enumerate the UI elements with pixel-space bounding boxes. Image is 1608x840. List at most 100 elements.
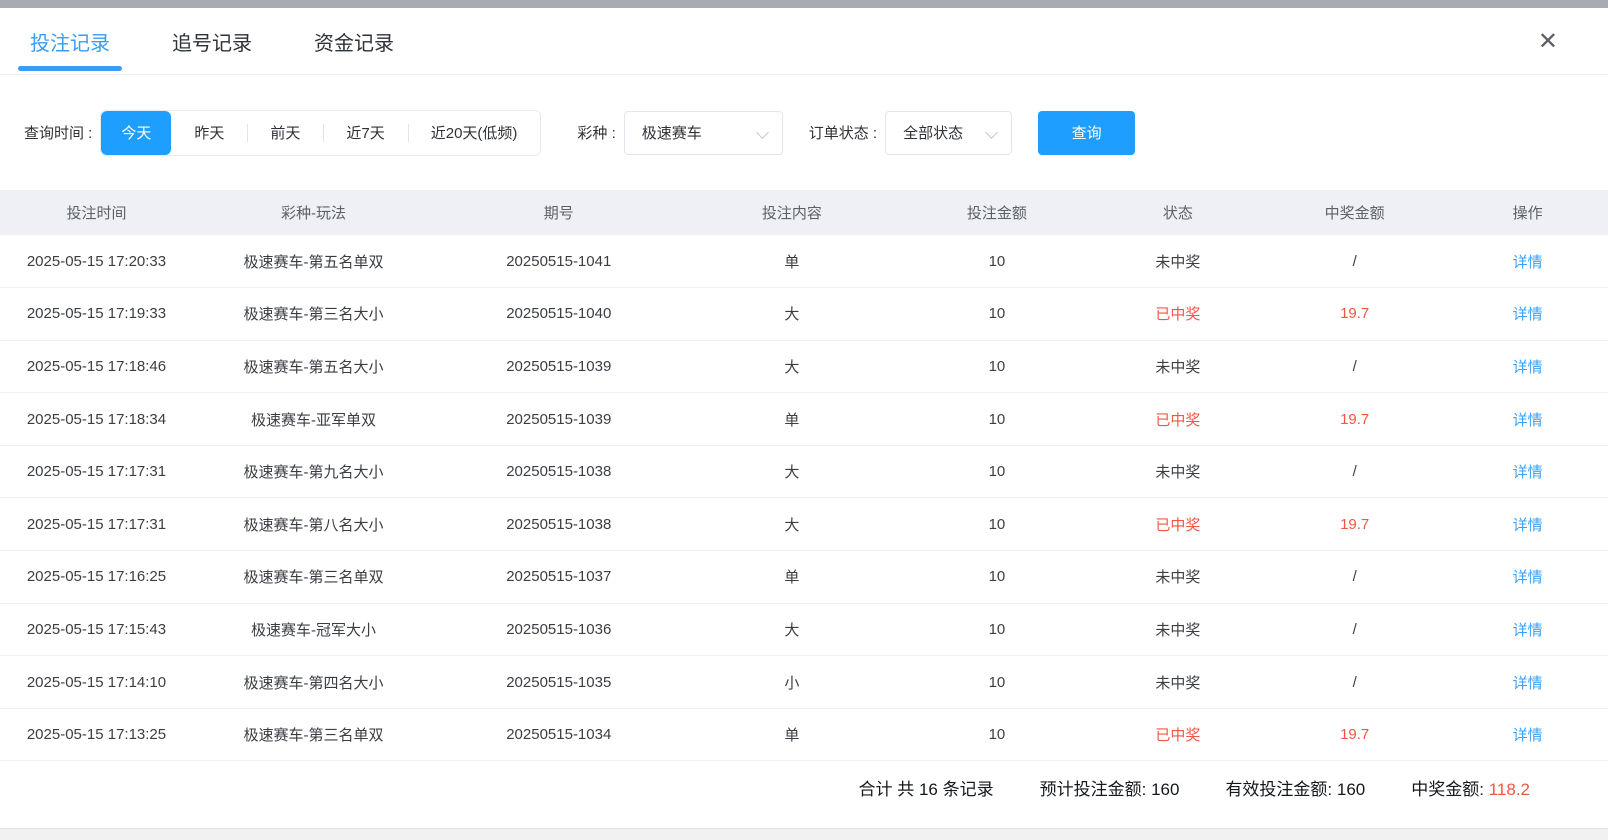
valid-bet-amount: 有效投注金额: 160 bbox=[1225, 775, 1365, 800]
expected-bet-amount-label: 预计投注金额: bbox=[1040, 780, 1151, 799]
cell-action: 详情 bbox=[1447, 498, 1608, 551]
cell-status: 已中奖 bbox=[1093, 393, 1262, 446]
time-option-today[interactable]: 今天 bbox=[101, 111, 171, 155]
cell-prize-amount: 19.7 bbox=[1262, 498, 1447, 551]
cell-bet-time: 2025-05-15 17:18:46 bbox=[0, 340, 193, 393]
table-row: 2025-05-15 17:17:31 极速赛车-第八名大小 20250515-… bbox=[0, 498, 1608, 551]
cell-issue: 20250515-1035 bbox=[434, 656, 683, 709]
lottery-type-select[interactable]: 极速赛车 bbox=[624, 111, 783, 155]
time-range-group: 今天 昨天 前天 近7天 近20天(低频) bbox=[100, 110, 541, 156]
cell-lottery-play: 极速赛车-第三名单双 bbox=[193, 551, 434, 604]
time-option-day-before[interactable]: 前天 bbox=[247, 111, 323, 155]
detail-link[interactable]: 详情 bbox=[1513, 464, 1543, 481]
detail-link[interactable]: 详情 bbox=[1513, 306, 1543, 323]
cell-bet-amount: 10 bbox=[900, 656, 1093, 709]
order-status-select[interactable]: 全部状态 bbox=[885, 111, 1012, 155]
cell-lottery-play: 极速赛车-第三名单双 bbox=[193, 708, 434, 761]
bottom-scrollbar-track bbox=[0, 828, 1608, 840]
detail-link[interactable]: 详情 bbox=[1513, 569, 1543, 586]
cell-lottery-play: 极速赛车-第八名大小 bbox=[193, 498, 434, 551]
cell-lottery-play: 极速赛车-第三名大小 bbox=[193, 288, 434, 341]
col-prize-amount: 中奖金额 bbox=[1262, 190, 1447, 235]
cell-action: 详情 bbox=[1447, 656, 1608, 709]
search-button[interactable]: 查询 bbox=[1038, 111, 1135, 155]
cell-bet-amount: 10 bbox=[900, 235, 1093, 288]
cell-prize-amount: / bbox=[1262, 603, 1447, 656]
cell-action: 详情 bbox=[1447, 708, 1608, 761]
cell-prize-amount: / bbox=[1262, 445, 1447, 498]
tab-label: 投注记录 bbox=[30, 27, 110, 56]
time-option-yesterday[interactable]: 昨天 bbox=[171, 111, 247, 155]
cell-bet-content: 大 bbox=[683, 340, 900, 393]
cell-prize-amount: / bbox=[1262, 656, 1447, 709]
filter-bar: 查询时间 : 今天 昨天 前天 近7天 近20天(低频) 彩种 : 极速赛车 订… bbox=[0, 75, 1608, 190]
detail-link[interactable]: 详情 bbox=[1513, 254, 1543, 271]
cell-lottery-play: 极速赛车-第五名单双 bbox=[193, 235, 434, 288]
cell-bet-amount: 10 bbox=[900, 603, 1093, 656]
valid-bet-amount-value: 160 bbox=[1337, 780, 1365, 799]
tab-chase-records[interactable]: 追号记录 bbox=[172, 8, 252, 74]
chevron-down-icon bbox=[985, 126, 998, 139]
cell-action: 详情 bbox=[1447, 288, 1608, 341]
cell-bet-content: 单 bbox=[683, 393, 900, 446]
detail-link[interactable]: 详情 bbox=[1513, 675, 1543, 692]
close-icon[interactable]: ✕ bbox=[1538, 30, 1558, 54]
tab-bet-records[interactable]: 投注记录 bbox=[30, 8, 110, 74]
cell-issue: 20250515-1038 bbox=[434, 498, 683, 551]
col-bet-time: 投注时间 bbox=[0, 190, 193, 235]
tab-label: 资金记录 bbox=[314, 27, 394, 56]
total-records-text: 合计 共 16 条记录 bbox=[859, 775, 994, 800]
table-body: 2025-05-15 17:20:33 极速赛车-第五名单双 20250515-… bbox=[0, 235, 1608, 761]
cell-bet-content: 大 bbox=[683, 445, 900, 498]
detail-link[interactable]: 详情 bbox=[1513, 622, 1543, 639]
cell-bet-amount: 10 bbox=[900, 288, 1093, 341]
detail-link[interactable]: 详情 bbox=[1513, 727, 1543, 744]
cell-status: 未中奖 bbox=[1093, 656, 1262, 709]
detail-link[interactable]: 详情 bbox=[1513, 517, 1543, 534]
detail-link[interactable]: 详情 bbox=[1513, 412, 1543, 429]
cell-lottery-play: 极速赛车-冠军大小 bbox=[193, 603, 434, 656]
tab-bar: 投注记录 追号记录 资金记录 ✕ bbox=[0, 8, 1608, 75]
cell-bet-amount: 10 bbox=[900, 708, 1093, 761]
table-row: 2025-05-15 17:17:31 极速赛车-第九名大小 20250515-… bbox=[0, 445, 1608, 498]
tab-fund-records[interactable]: 资金记录 bbox=[314, 8, 394, 74]
cell-issue: 20250515-1037 bbox=[434, 551, 683, 604]
bet-records-table: 投注时间 彩种-玩法 期号 投注内容 投注金额 状态 中奖金额 操作 2025-… bbox=[0, 190, 1608, 761]
col-bet-amount: 投注金额 bbox=[900, 190, 1093, 235]
cell-bet-time: 2025-05-15 17:18:34 bbox=[0, 393, 193, 446]
cell-bet-content: 单 bbox=[683, 551, 900, 604]
table-row: 2025-05-15 17:18:34 极速赛车-亚军单双 20250515-1… bbox=[0, 393, 1608, 446]
cell-action: 详情 bbox=[1447, 603, 1608, 656]
cell-bet-content: 大 bbox=[683, 288, 900, 341]
cell-status: 已中奖 bbox=[1093, 708, 1262, 761]
cell-bet-time: 2025-05-15 17:16:25 bbox=[0, 551, 193, 604]
cell-prize-amount: 19.7 bbox=[1262, 288, 1447, 341]
col-lottery-play: 彩种-玩法 bbox=[193, 190, 434, 235]
prize-amount-value: 118.2 bbox=[1489, 780, 1530, 799]
cell-issue: 20250515-1039 bbox=[434, 393, 683, 446]
summary-bar: 合计 共 16 条记录 预计投注金额: 160 有效投注金额: 160 中奖金额… bbox=[0, 761, 1608, 813]
cell-action: 详情 bbox=[1447, 393, 1608, 446]
cell-bet-time: 2025-05-15 17:15:43 bbox=[0, 603, 193, 656]
detail-link[interactable]: 详情 bbox=[1513, 359, 1543, 376]
cell-bet-amount: 10 bbox=[900, 340, 1093, 393]
cell-issue: 20250515-1039 bbox=[434, 340, 683, 393]
cell-status: 未中奖 bbox=[1093, 603, 1262, 656]
time-option-last-20-days[interactable]: 近20天(低频) bbox=[408, 111, 541, 155]
cell-prize-amount: / bbox=[1262, 235, 1447, 288]
prize-amount-label: 中奖金额: bbox=[1411, 780, 1488, 799]
table-row: 2025-05-15 17:16:25 极速赛车-第三名单双 20250515-… bbox=[0, 551, 1608, 604]
cell-status: 未中奖 bbox=[1093, 445, 1262, 498]
cell-bet-time: 2025-05-15 17:13:25 bbox=[0, 708, 193, 761]
cell-bet-time: 2025-05-15 17:17:31 bbox=[0, 445, 193, 498]
cell-action: 详情 bbox=[1447, 445, 1608, 498]
cell-status: 已中奖 bbox=[1093, 498, 1262, 551]
cell-issue: 20250515-1038 bbox=[434, 445, 683, 498]
cell-issue: 20250515-1034 bbox=[434, 708, 683, 761]
table-row: 2025-05-15 17:14:10 极速赛车-第四名大小 20250515-… bbox=[0, 656, 1608, 709]
cell-issue: 20250515-1036 bbox=[434, 603, 683, 656]
cell-prize-amount: 19.7 bbox=[1262, 393, 1447, 446]
cell-lottery-play: 极速赛车-第四名大小 bbox=[193, 656, 434, 709]
time-option-last-7-days[interactable]: 近7天 bbox=[323, 111, 407, 155]
tab-label: 追号记录 bbox=[172, 27, 252, 56]
